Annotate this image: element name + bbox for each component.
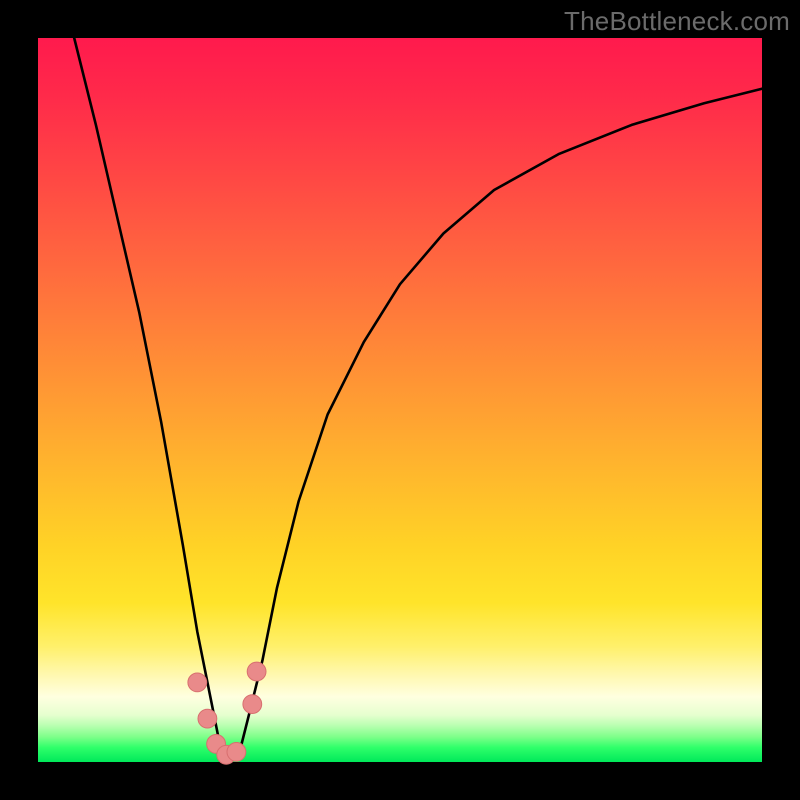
highlight-dot [247, 662, 266, 681]
highlight-dots [188, 662, 266, 764]
bottleneck-curve [74, 38, 762, 758]
chart-frame: TheBottleneck.com [0, 0, 800, 800]
highlight-dot [243, 695, 262, 714]
highlight-dot [227, 743, 246, 762]
bottleneck-curve-svg [38, 38, 762, 762]
watermark-text: TheBottleneck.com [564, 6, 790, 37]
highlight-dot [198, 709, 217, 728]
highlight-dot [188, 673, 207, 692]
plot-area [38, 38, 762, 762]
